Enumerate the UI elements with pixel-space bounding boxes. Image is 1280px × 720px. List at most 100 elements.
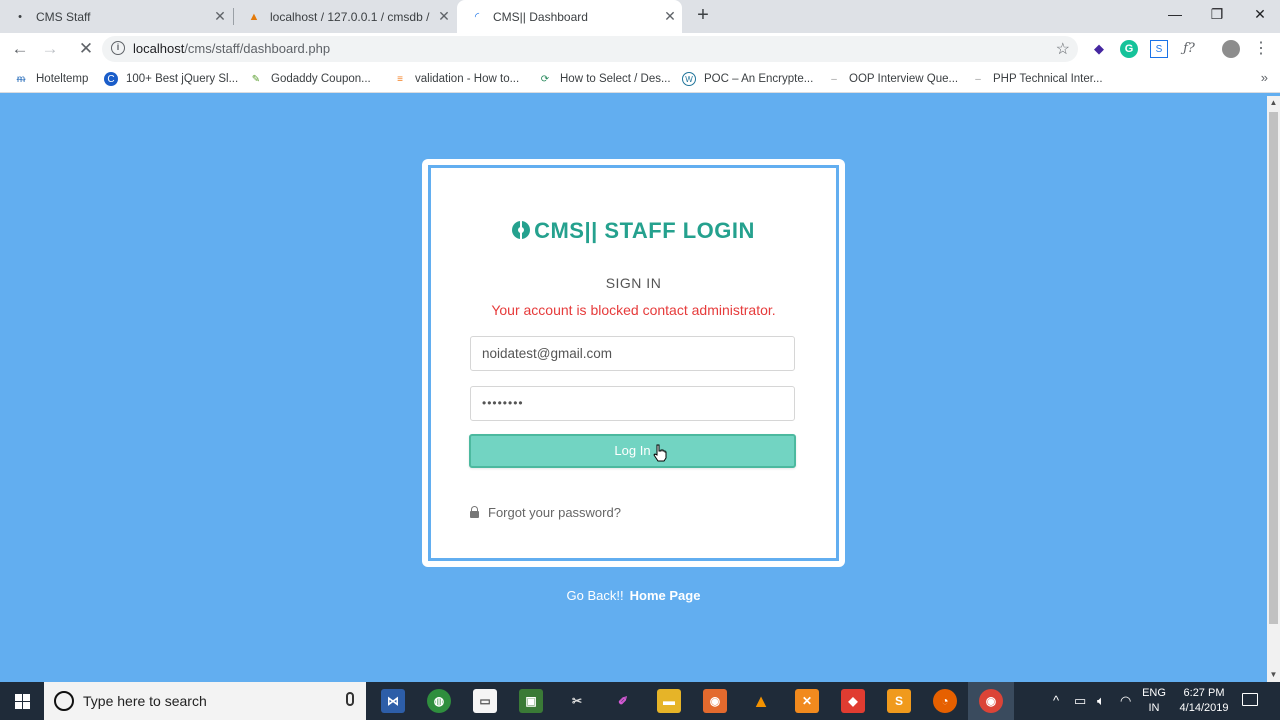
- orange-app-icon[interactable]: ◉: [703, 689, 727, 713]
- site-info-icon[interactable]: i: [111, 41, 125, 55]
- restore-icon[interactable]: ❐: [1195, 0, 1239, 30]
- start-button[interactable]: [0, 682, 44, 720]
- new-tab-icon[interactable]: +: [692, 5, 714, 27]
- profile-avatar[interactable]: [1222, 40, 1240, 58]
- close-window-icon[interactable]: ✕: [1238, 0, 1280, 30]
- bookmark-label: 100+ Best jQuery Sl...: [126, 73, 239, 85]
- forward-icon[interactable]: →: [38, 37, 62, 61]
- back-icon[interactable]: ←: [8, 37, 32, 61]
- show-hidden-icons[interactable]: ^: [1053, 693, 1059, 708]
- scroll-down-icon[interactable]: ▼: [1267, 668, 1280, 682]
- anydesk-icon[interactable]: ◆: [841, 689, 865, 713]
- bookmark-favicon: C: [104, 72, 118, 86]
- page-scrollbar[interactable]: ▲ ▼: [1267, 96, 1280, 682]
- tab-dashboard[interactable]: ◜ CMS|| Dashboard ✕: [457, 0, 682, 33]
- bookmark-item[interactable]: ‒ OOP Interview Que...: [827, 71, 958, 87]
- bookmark-item[interactable]: W POC – An Encrypte...: [682, 71, 813, 87]
- sublime-icon[interactable]: S: [887, 689, 911, 713]
- region-code: IN: [1148, 702, 1160, 714]
- minimize-icon[interactable]: —: [1153, 0, 1197, 30]
- grammarly-icon[interactable]: G: [1120, 40, 1138, 58]
- tab-title: CMS Staff: [36, 9, 91, 24]
- close-tab-icon[interactable]: ✕: [658, 8, 682, 25]
- login-button-label: Log In: [614, 443, 651, 458]
- bookmark-label: Hoteltemp: [36, 73, 89, 85]
- extension-diamond-icon[interactable]: ◆: [1090, 40, 1108, 58]
- extension-s-icon[interactable]: S: [1150, 40, 1168, 58]
- hand-cursor-icon: [653, 444, 667, 462]
- wifi-icon[interactable]: ◠: [1120, 693, 1131, 709]
- clock-time: 6:27 PM: [1183, 687, 1225, 699]
- go-back-line: Go Back!! Home Page: [0, 588, 1267, 603]
- scroll-up-icon[interactable]: ▲: [1267, 96, 1280, 110]
- tab-cms-staff[interactable]: • CMS Staff ✕: [0, 0, 232, 33]
- bookmark-favicon: ‒: [831, 73, 837, 85]
- visual-studio-icon[interactable]: ⋈: [381, 689, 405, 713]
- tools-icon[interactable]: ✂: [565, 689, 589, 713]
- brand-text: CMS|| STAFF LOGIN: [534, 218, 755, 243]
- bookmarks-overflow-icon[interactable]: »: [1261, 70, 1268, 85]
- bookmark-favicon: ‒: [975, 73, 981, 85]
- scroll-thumb[interactable]: [1269, 112, 1278, 624]
- url-text[interactable]: localhost/cms/staff/dashboard.php: [133, 41, 330, 56]
- tab-phpmyadmin[interactable]: ▲ localhost / 127.0.0.1 / cmsdb / tb ✕: [234, 0, 456, 33]
- file-icon[interactable]: ▭: [473, 689, 497, 713]
- browser-toolbar: ← → ✕ i localhost/cms/staff/dashboard.ph…: [0, 33, 1280, 65]
- bookmark-label: OOP Interview Que...: [849, 73, 959, 85]
- lock-icon: [470, 505, 479, 518]
- app-green-icon[interactable]: ▣: [519, 689, 543, 713]
- password-field[interactable]: ••••••••: [470, 386, 795, 421]
- language-indicator[interactable]: ENG IN: [1140, 686, 1168, 716]
- chrome-icon[interactable]: ◉: [979, 689, 1003, 713]
- bookmark-item[interactable]: ‒ PHP Technical Inter...: [971, 71, 1103, 87]
- bookmark-label: How to Select / Des...: [560, 73, 671, 85]
- sign-in-heading: SIGN IN: [605, 275, 662, 291]
- vlc-icon[interactable]: ▲: [749, 689, 773, 713]
- bookmark-label: POC – An Encrypte...: [704, 73, 814, 85]
- bookmark-item[interactable]: ᵯ Hoteltemp: [14, 71, 89, 87]
- tab-title: localhost / 127.0.0.1 / cmsdb / tb: [270, 9, 432, 24]
- firefox-icon[interactable]: ◔: [933, 689, 957, 713]
- bookmark-star-icon[interactable]: ☆: [1056, 39, 1070, 59]
- login-button[interactable]: Log In: [469, 434, 796, 468]
- address-bar[interactable]: i localhost/cms/staff/dashboard.php ☆: [102, 36, 1078, 62]
- globe-app-icon[interactable]: ◍: [427, 689, 451, 713]
- battery-icon[interactable]: ▭: [1074, 693, 1086, 709]
- cortana-icon: [54, 691, 74, 711]
- taskbar-clock[interactable]: 6:27 PM 4/14/2019: [1172, 686, 1236, 716]
- bookmark-item[interactable]: ≡ validation - How to...: [393, 71, 519, 87]
- url-path: /cms/staff/dashboard.php: [184, 41, 331, 56]
- login-card-inner: CMS|| STAFF LOGIN SIGN IN Your account i…: [428, 165, 839, 561]
- bookmark-item[interactable]: ✎ Godaddy Coupon...: [249, 71, 371, 87]
- microphone-icon[interactable]: [346, 692, 354, 706]
- forgot-password-link[interactable]: Forgot your password?: [470, 505, 621, 520]
- bookmarks-bar: ᵯ Hoteltemp C 100+ Best jQuery Sl... ✎ Goda…: [0, 65, 1280, 93]
- login-card: CMS|| STAFF LOGIN SIGN IN Your account i…: [422, 159, 845, 567]
- tab-title: CMS|| Dashboard: [493, 9, 588, 24]
- paint-icon[interactable]: ✐: [611, 689, 635, 713]
- bookmark-label: PHP Technical Inter...: [993, 73, 1103, 85]
- loading-dot-icon: •: [18, 10, 22, 23]
- email-field[interactable]: noidatest@gmail.com: [470, 336, 795, 371]
- bookmark-favicon: ᵯ: [16, 73, 26, 85]
- close-tab-icon[interactable]: ✕: [208, 8, 232, 25]
- stop-loading-icon[interactable]: ✕: [74, 37, 98, 61]
- close-tab-icon[interactable]: ✕: [432, 8, 456, 25]
- lang-code: ENG: [1142, 687, 1166, 699]
- volume-icon[interactable]: 🔈︎: [1097, 693, 1105, 709]
- menu-kebab-icon[interactable]: ⋮: [1252, 40, 1270, 58]
- tab-strip: • CMS Staff ✕ ▲ localhost / 127.0.0.1 / …: [0, 0, 1280, 33]
- bookmark-label: validation - How to...: [415, 73, 520, 85]
- xampp-icon[interactable]: ✕: [795, 689, 819, 713]
- bookmark-label: Godaddy Coupon...: [271, 73, 371, 85]
- notifications-icon[interactable]: [1242, 693, 1258, 706]
- bookmark-item[interactable]: C 100+ Best jQuery Sl...: [104, 71, 238, 87]
- forgot-password-label: Forgot your password?: [488, 505, 621, 520]
- taskbar-search[interactable]: Type here to search: [44, 682, 366, 720]
- bookmark-item[interactable]: ⟳ How to Select / Des...: [538, 71, 671, 87]
- home-page-link[interactable]: Home Page: [630, 588, 701, 603]
- windows-logo-icon: [15, 694, 30, 709]
- loading-spinner-icon: ◜: [474, 11, 480, 23]
- formula-icon[interactable]: ƒ?: [1180, 40, 1198, 58]
- file-explorer-icon[interactable]: ▬: [657, 689, 681, 713]
